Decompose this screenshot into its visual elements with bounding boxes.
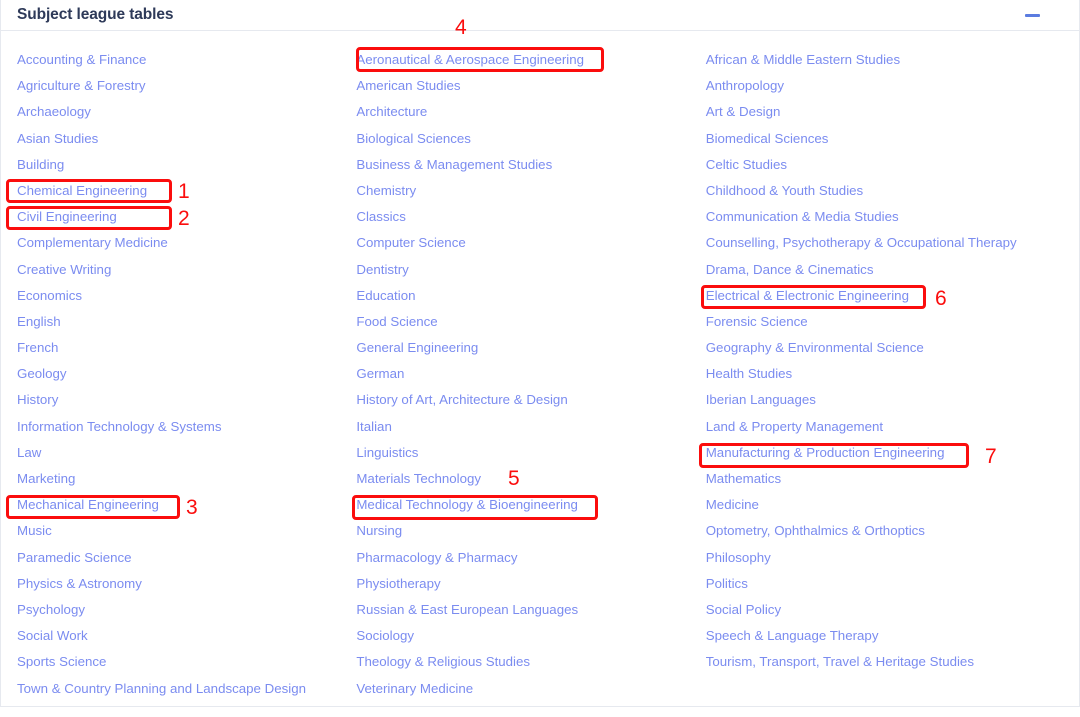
subject-link-veterinary-medicine[interactable]: Veterinary Medicine [356, 676, 691, 702]
subject-link-information-technology-and-systems[interactable]: Information Technology & Systems [17, 414, 346, 440]
page-root: Subject league tables Accounting & Finan… [0, 0, 1080, 717]
subject-link-celtic-studies[interactable]: Celtic Studies [706, 152, 1079, 178]
subject-link-nursing[interactable]: Nursing [356, 518, 691, 544]
subject-link-linguistics[interactable]: Linguistics [356, 440, 691, 466]
subject-link-communication-and-media-studies[interactable]: Communication & Media Studies [706, 204, 1079, 230]
subject-link-classics[interactable]: Classics [356, 204, 691, 230]
subject-link-social-policy[interactable]: Social Policy [706, 597, 1079, 623]
subject-link-manufacturing-and-production-engineering[interactable]: Manufacturing & Production Engineering [706, 440, 1079, 466]
subject-link-food-science[interactable]: Food Science [356, 309, 691, 335]
subject-link-italian[interactable]: Italian [356, 414, 691, 440]
subject-link-french[interactable]: French [17, 335, 346, 361]
subject-link-medical-technology-and-bioengineering[interactable]: Medical Technology & Bioengineering [356, 492, 691, 518]
subject-link-history-of-art-architecture-and-design[interactable]: History of Art, Architecture & Design [356, 387, 691, 413]
subject-link-materials-technology[interactable]: Materials Technology [356, 466, 691, 492]
card-header: Subject league tables [1, 0, 1079, 31]
subject-link-civil-engineering[interactable]: Civil Engineering [17, 204, 346, 230]
subject-link-pharmacology-and-pharmacy[interactable]: Pharmacology & Pharmacy [356, 545, 691, 571]
subject-link-english[interactable]: English [17, 309, 346, 335]
subject-link-american-studies[interactable]: American Studies [356, 73, 691, 99]
subject-link-psychology[interactable]: Psychology [17, 597, 346, 623]
subject-column-2: Aeronautical & Aerospace Engineering Amer… [346, 47, 691, 702]
subject-link-optometry-ophthalmics-and-orthoptics[interactable]: Optometry, Ophthalmics & Orthoptics [706, 518, 1079, 544]
subject-link-russian-and-east-european-languages[interactable]: Russian & East European Languages [356, 597, 691, 623]
subject-link-computer-science[interactable]: Computer Science [356, 230, 691, 256]
subject-link-german[interactable]: German [356, 361, 691, 387]
subject-link-health-studies[interactable]: Health Studies [706, 361, 1079, 387]
subject-link-general-engineering[interactable]: General Engineering [356, 335, 691, 361]
subject-link-speech-and-language-therapy[interactable]: Speech & Language Therapy [706, 623, 1079, 649]
subject-link-building[interactable]: Building [17, 152, 346, 178]
subject-link-architecture[interactable]: Architecture [356, 99, 691, 125]
subject-link-asian-studies[interactable]: Asian Studies [17, 126, 346, 152]
subject-link-iberian-languages[interactable]: Iberian Languages [706, 387, 1079, 413]
subject-link-economics[interactable]: Economics [17, 283, 346, 309]
subject-link-physics-and-astronomy[interactable]: Physics & Astronomy [17, 571, 346, 597]
subject-link-physiotherapy[interactable]: Physiotherapy [356, 571, 691, 597]
subject-link-dentistry[interactable]: Dentistry [356, 257, 691, 283]
subject-link-music[interactable]: Music [17, 518, 346, 544]
subject-link-archaeology[interactable]: Archaeology [17, 99, 346, 125]
subject-link-paramedic-science[interactable]: Paramedic Science [17, 545, 346, 571]
subject-link-medicine[interactable]: Medicine [706, 492, 1079, 518]
subject-link-geography-and-environmental-science[interactable]: Geography & Environmental Science [706, 335, 1079, 361]
subject-link-law[interactable]: Law [17, 440, 346, 466]
subject-link-chemistry[interactable]: Chemistry [356, 178, 691, 204]
subject-link-mechanical-engineering[interactable]: Mechanical Engineering [17, 492, 346, 518]
subject-link-chemical-engineering[interactable]: Chemical Engineering [17, 178, 346, 204]
card-body: Accounting & Finance Agriculture & Forest… [1, 31, 1079, 706]
subject-link-philosophy[interactable]: Philosophy [706, 545, 1079, 571]
subject-link-theology-and-religious-studies[interactable]: Theology & Religious Studies [356, 649, 691, 675]
subject-link-creative-writing[interactable]: Creative Writing [17, 257, 346, 283]
minus-icon-bar [1024, 13, 1040, 17]
subject-link-education[interactable]: Education [356, 283, 691, 309]
subject-link-drama-dance-and-cinematics[interactable]: Drama, Dance & Cinematics [706, 257, 1079, 283]
subject-link-sports-science[interactable]: Sports Science [17, 649, 346, 675]
subject-column-1: Accounting & Finance Agriculture & Forest… [1, 47, 346, 702]
subject-link-agriculture-and-forestry[interactable]: Agriculture & Forestry [17, 73, 346, 99]
subject-columns: Accounting & Finance Agriculture & Forest… [1, 47, 1079, 702]
subject-link-anthropology[interactable]: Anthropology [706, 73, 1079, 99]
minus-icon[interactable] [1021, 6, 1043, 24]
subject-link-counselling-psychotherapy-and-occupational-therapy[interactable]: Counselling, Psychotherapy & Occupationa… [706, 230, 1079, 256]
subject-link-biomedical-sciences[interactable]: Biomedical Sciences [706, 126, 1079, 152]
subject-link-forensic-science[interactable]: Forensic Science [706, 309, 1079, 335]
subject-link-politics[interactable]: Politics [706, 571, 1079, 597]
subject-link-biological-sciences[interactable]: Biological Sciences [356, 126, 691, 152]
subject-link-sociology[interactable]: Sociology [356, 623, 691, 649]
subject-link-accounting-and-finance[interactable]: Accounting & Finance [17, 47, 346, 73]
subject-link-social-work[interactable]: Social Work [17, 623, 346, 649]
subject-link-aeronautical-and-aerospace-engineering[interactable]: Aeronautical & Aerospace Engineering [356, 47, 691, 73]
subject-link-childhood-and-youth-studies[interactable]: Childhood & Youth Studies [706, 178, 1079, 204]
subject-link-african-and-middle-eastern-studies[interactable]: African & Middle Eastern Studies [706, 47, 1079, 73]
subject-link-mathematics[interactable]: Mathematics [706, 466, 1079, 492]
subject-column-3: African & Middle Eastern Studies Anthropo… [692, 47, 1079, 702]
subject-link-history[interactable]: History [17, 387, 346, 413]
subject-link-business-and-management-studies[interactable]: Business & Management Studies [356, 152, 691, 178]
subject-link-town-and-country-planning-and-landscape-design[interactable]: Town & Country Planning and Landscape De… [17, 676, 346, 702]
subject-link-geology[interactable]: Geology [17, 361, 346, 387]
subject-league-tables-card: Subject league tables Accounting & Finan… [0, 0, 1080, 707]
subject-link-art-and-design[interactable]: Art & Design [706, 99, 1079, 125]
subject-link-complementary-medicine[interactable]: Complementary Medicine [17, 230, 346, 256]
subject-link-land-and-property-management[interactable]: Land & Property Management [706, 414, 1079, 440]
page-title: Subject league tables [17, 6, 174, 24]
subject-link-electrical-and-electronic-engineering[interactable]: Electrical & Electronic Engineering [706, 283, 1079, 309]
subject-link-tourism-transport-travel-and-heritage-studies[interactable]: Tourism, Transport, Travel & Heritage St… [706, 649, 1079, 675]
subject-link-marketing[interactable]: Marketing [17, 466, 346, 492]
